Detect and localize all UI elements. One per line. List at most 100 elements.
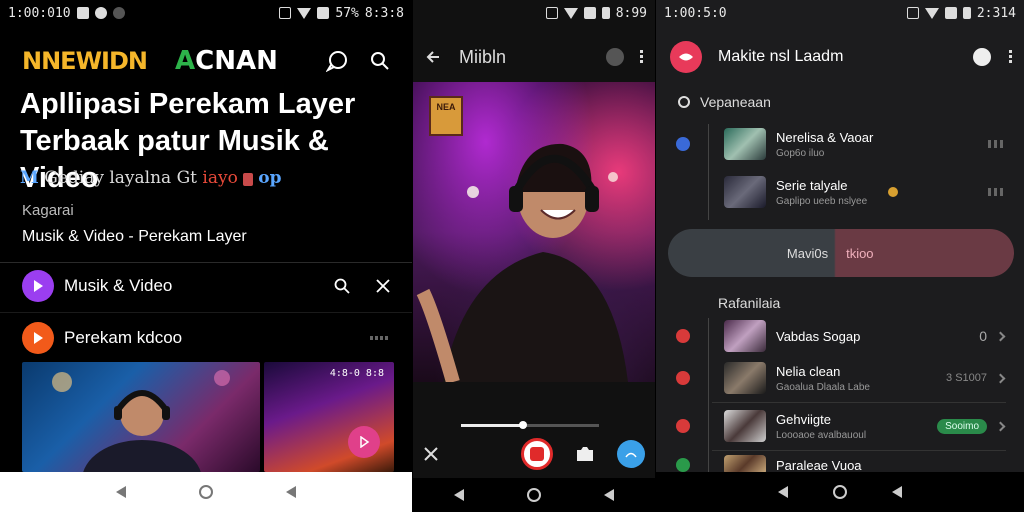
- item-thumbnail: [724, 128, 766, 160]
- system-nav-bar: [0, 472, 412, 512]
- wifi-icon: [924, 7, 939, 19]
- list-item-label: Musik & Video: [64, 276, 173, 295]
- category-value[interactable]: Musik & Video - Perekam Layer: [22, 228, 247, 246]
- section-title: Rafanilaia: [718, 295, 781, 311]
- share-icon: [625, 452, 637, 458]
- back-icon[interactable]: [778, 486, 789, 498]
- app-logo[interactable]: [670, 41, 702, 73]
- recents-icon[interactable]: [891, 486, 902, 498]
- play-icon: [22, 270, 54, 302]
- home-icon[interactable]: [198, 485, 213, 499]
- video-thumbnail[interactable]: 4:8-0 8:8: [264, 362, 394, 472]
- brand-logo-1[interactable]: NNEWIDN: [22, 47, 148, 75]
- close-icon[interactable]: [376, 279, 390, 293]
- search-icon[interactable]: [370, 51, 390, 71]
- recents-icon[interactable]: [285, 486, 296, 498]
- screen-video-player: 8:99 Miibln NEA: [413, 0, 655, 512]
- section-header: Rafanilaia: [678, 295, 780, 311]
- chat-icon[interactable]: [326, 50, 348, 72]
- system-nav-bar: [413, 478, 655, 512]
- play-button[interactable]: [348, 426, 380, 458]
- status-clock: 2:314: [976, 5, 1016, 21]
- item-dot: [676, 137, 690, 151]
- item-sub: Gop6o iluo: [776, 147, 825, 159]
- status-bar: 1:00:010 57% 8:3:8: [0, 0, 412, 26]
- brand-logo-2[interactable]: ACNAN: [175, 46, 278, 76]
- item-name: Nerelisa & Vaoar: [776, 129, 874, 145]
- item-dot: [676, 185, 690, 199]
- chat-icon[interactable]: [606, 48, 624, 66]
- status-time: 1:00:5:0: [664, 5, 727, 21]
- playback-scrubber[interactable]: [461, 421, 599, 429]
- chat-icon: [678, 96, 690, 108]
- back-arrow-icon[interactable]: [425, 49, 441, 65]
- segmented-toggle[interactable]: Mavi0s tkioo: [668, 229, 1014, 277]
- item-meta: 3 S1007: [946, 372, 987, 384]
- home-icon[interactable]: [526, 488, 541, 502]
- status-bar: 1:00:5:0 2:314: [656, 0, 1024, 26]
- chevron-right-icon[interactable]: [995, 421, 1006, 431]
- more-icon[interactable]: [370, 336, 390, 340]
- list-item-recorder[interactable]: Perekam kdcoo: [22, 320, 390, 356]
- signal-icon: [944, 7, 957, 19]
- item-sub: Gaplipo ueeb nslyee: [776, 195, 868, 207]
- more-vert-icon[interactable]: [640, 50, 643, 64]
- item-dot: [676, 329, 690, 343]
- chevron-right-icon[interactable]: [995, 373, 1006, 383]
- battery-icon: [601, 7, 610, 19]
- lips-icon: [679, 53, 693, 61]
- status-clock: 8:3:8: [364, 5, 404, 21]
- status-dot: [888, 187, 898, 197]
- video-frame[interactable]: NEA: [413, 82, 655, 382]
- list-item[interactable]: Gehviigte Loooaoe avalbauoul Sooimo: [676, 406, 1006, 446]
- drag-handle-icon[interactable]: [988, 140, 1004, 148]
- battery-text: 57%: [335, 5, 359, 21]
- toggle-right-label[interactable]: tkioo: [834, 246, 873, 261]
- item-thumbnail: [724, 410, 766, 442]
- item-thumbnail: [724, 176, 766, 208]
- home-icon[interactable]: [832, 485, 847, 499]
- back-icon[interactable]: [454, 489, 465, 501]
- battery-icon: [962, 7, 971, 19]
- section-header: Vepaneaan: [678, 94, 771, 110]
- share-button[interactable]: [617, 440, 645, 468]
- chat-icon[interactable]: [973, 48, 991, 66]
- screen-media-library: 1:00:5:0 2:314 Makite nsl Laadm Vepaneaa…: [656, 0, 1024, 512]
- back-icon[interactable]: [116, 486, 127, 498]
- library-title: Makite nsl Laadm: [718, 48, 844, 65]
- record-button[interactable]: [521, 438, 553, 470]
- notification-icon: [76, 7, 89, 19]
- list-item[interactable]: Nelia clean Gaoalua Dlaala Labe 3 S1007: [676, 358, 1006, 398]
- status-time: 1:00:010: [8, 5, 71, 21]
- alarm-icon: [279, 7, 292, 19]
- toggle-left-label[interactable]: Mavi0s: [668, 246, 834, 261]
- record-indicator-icon: [112, 7, 125, 19]
- camera-icon[interactable]: [575, 445, 595, 463]
- list-item[interactable]: Vabdas Sogap 0: [676, 316, 1006, 356]
- play-icon: [360, 436, 370, 448]
- video-thumbnail[interactable]: [22, 362, 260, 472]
- item-name: Nelia clean: [776, 363, 841, 379]
- status-badge[interactable]: Sooimo: [937, 418, 987, 434]
- search-icon[interactable]: [334, 278, 350, 294]
- screen-app-listing: 1:00:010 57% 8:3:8 NNEWIDN ACNAN Apllipa…: [0, 0, 412, 512]
- drag-handle-icon[interactable]: [988, 188, 1004, 196]
- item-dot: [676, 419, 690, 433]
- divider: [712, 450, 1006, 451]
- tools-icon[interactable]: [423, 446, 439, 462]
- chevron-right-icon[interactable]: [995, 331, 1006, 341]
- divider: [712, 402, 1006, 403]
- item-count: 0: [979, 328, 987, 344]
- status-bar: 8:99: [413, 0, 655, 26]
- scrubber-handle[interactable]: [519, 421, 528, 429]
- more-vert-icon[interactable]: [1009, 50, 1012, 64]
- list-item-music-video[interactable]: Musik & Video: [22, 268, 390, 304]
- scrubber-fill: [461, 424, 524, 427]
- player-top-bar: Miibln: [413, 40, 655, 74]
- divider: [0, 262, 412, 263]
- list-item[interactable]: Nerelisa & Vaoar Gop6o iluo: [676, 124, 1004, 164]
- list-item[interactable]: Serie talyale Gaplipo ueeb nslyee: [676, 172, 1004, 212]
- play-icon: [22, 322, 54, 354]
- recents-icon[interactable]: [603, 489, 614, 501]
- app-icon: [94, 7, 107, 19]
